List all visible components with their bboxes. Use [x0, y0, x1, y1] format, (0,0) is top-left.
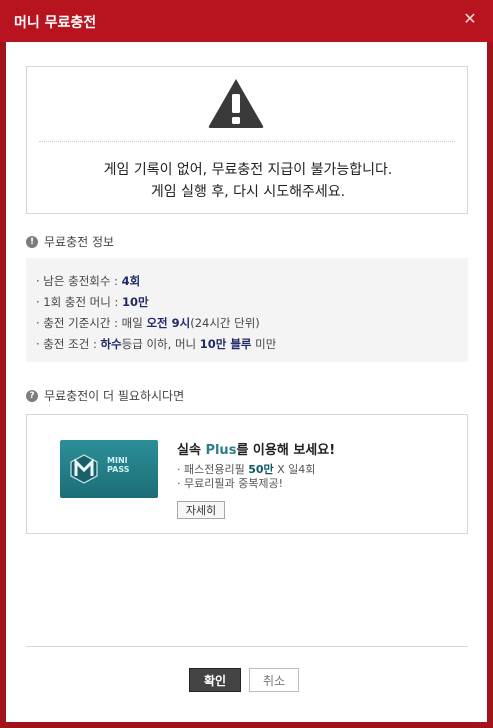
- pass-benefit-2: · 무료리필과 중복제공!: [177, 477, 283, 490]
- warning-icon: [207, 77, 265, 129]
- notice-divider: [39, 141, 455, 142]
- mini-pass-text: MINI PASS: [107, 456, 130, 474]
- close-icon[interactable]: ✕: [461, 10, 479, 28]
- dialog-body: 게임 기록이 없어, 무료충전 지급이 불가능합니다. 게임 실행 후, 다시 …: [6, 42, 487, 722]
- pass-title: 실속 Plus를 이용해 보세요!: [177, 443, 336, 458]
- ok-button[interactable]: 확인: [189, 668, 241, 692]
- info-row-time: · 충전 기준시간 : 매일 오전 9시(24시간 단위): [36, 316, 260, 330]
- pass-section-heading: ? 무료충전이 더 필요하시다면: [26, 387, 184, 404]
- info-icon: !: [26, 235, 38, 248]
- info-section-heading: ! 무료충전 정보: [26, 233, 114, 250]
- footer-divider: [26, 646, 468, 647]
- title-bar: 머니 무료충전 ✕: [0, 0, 493, 42]
- window-title: 머니 무료충전: [14, 15, 97, 31]
- notice-box: 게임 기록이 없어, 무료충전 지급이 불가능합니다. 게임 실행 후, 다시 …: [26, 66, 468, 214]
- pass-box: MINI PASS 실속 Plus를 이용해 보세요! · 패스전용리필 50만…: [26, 414, 468, 534]
- info-row-amount: · 1회 충전 머니 : 10만: [36, 295, 149, 309]
- detail-button[interactable]: 자세히: [177, 501, 225, 519]
- info-heading-text: 무료충전 정보: [44, 235, 115, 249]
- info-row-condition: · 충전 조건 : 하수등급 이하, 머니 10만 블루 미만: [36, 337, 277, 351]
- notice-line-1: 게임 기록이 없어, 무료충전 지급이 불가능합니다.: [103, 162, 393, 178]
- cancel-button[interactable]: 취소: [249, 668, 299, 692]
- info-row-remaining: · 남은 충전회수 : 4회: [36, 274, 141, 288]
- notice-line-2: 게임 실행 후, 다시 시도해주세요.: [150, 184, 346, 200]
- question-icon: ?: [26, 389, 38, 402]
- dialog-window: 머니 무료충전 ✕ 게임 기록이 없어, 무료충전 지급이 불가능합니다. 게임…: [0, 0, 493, 728]
- info-box: · 남은 충전회수 : 4회 · 1회 충전 머니 : 10만 · 충전 기준시…: [26, 258, 468, 362]
- pass-heading-text: 무료충전이 더 필요하시다면: [44, 389, 185, 403]
- mini-pass-m-icon: [70, 454, 98, 484]
- mini-pass-logo[interactable]: MINI PASS: [60, 440, 158, 498]
